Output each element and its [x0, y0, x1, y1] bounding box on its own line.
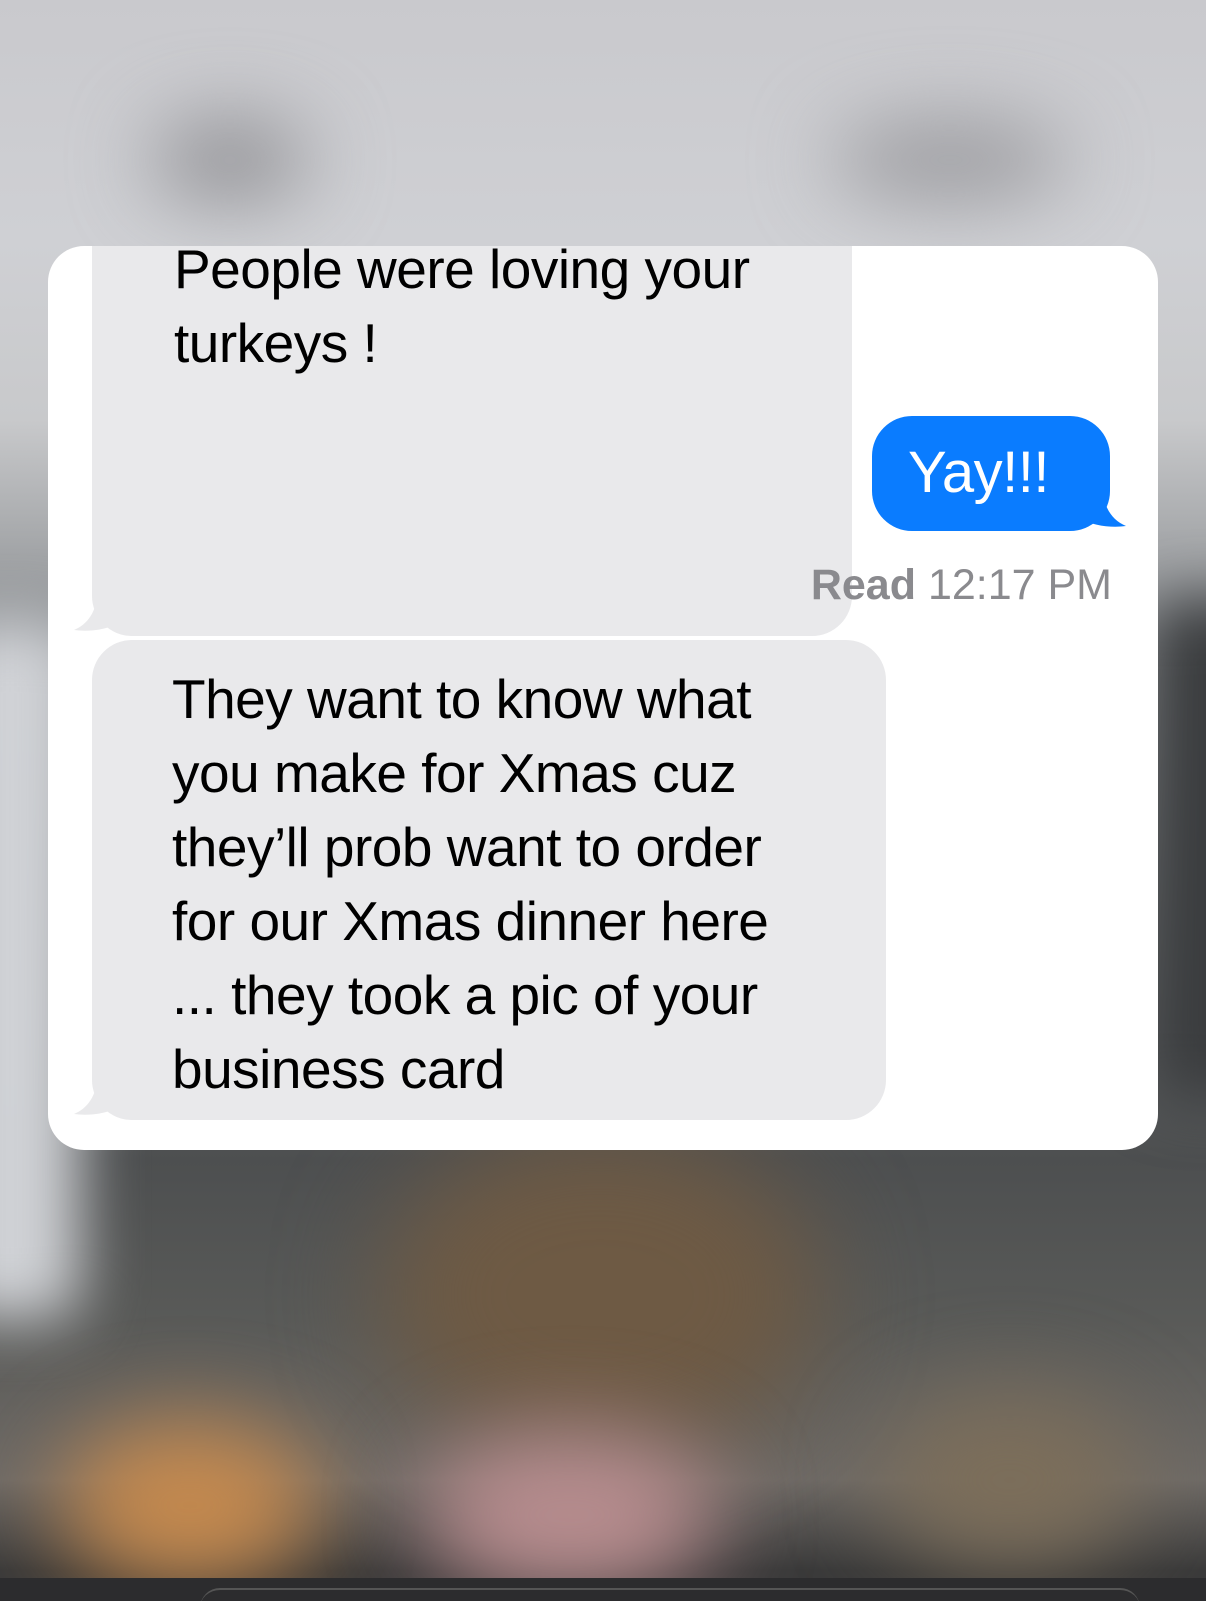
background-blur-shape	[830, 120, 1070, 200]
received-message-bubble[interactable]: They want to know what you make for Xmas…	[92, 640, 886, 1120]
received-message-bubble[interactable]: People were loving your turkeys !	[92, 246, 852, 636]
background-blur-shape	[380, 1130, 820, 1460]
read-receipt: Read 12:17 PM	[811, 560, 1112, 610]
background-blur-shape	[420, 1430, 720, 1600]
background-blur-shape	[880, 1390, 1140, 1570]
message-text: They want to know what you make for Xmas…	[172, 668, 769, 1100]
background-blur-shape	[150, 120, 310, 200]
background-blur-shape	[1150, 600, 1206, 1100]
blurred-background: People were loving your turkeys ! Yay!!!…	[0, 0, 1206, 1601]
background-blur-shape	[60, 1420, 320, 1590]
message-preview-card[interactable]: People were loving your turkeys ! Yay!!!…	[48, 246, 1158, 1150]
bubble-tail-icon	[1080, 488, 1126, 527]
message-text: Yay!!!	[908, 440, 1049, 505]
sent-message-bubble[interactable]: Yay!!!	[872, 416, 1110, 531]
message-text: People were loving your turkeys !	[174, 246, 750, 374]
bottom-bar-outline	[200, 1588, 1140, 1601]
read-receipt-label: Read	[810, 561, 916, 609]
bubble-tail-icon	[74, 592, 120, 631]
bubble-tail-icon	[74, 1076, 120, 1115]
read-receipt-time: 12:17 PM	[927, 561, 1112, 609]
